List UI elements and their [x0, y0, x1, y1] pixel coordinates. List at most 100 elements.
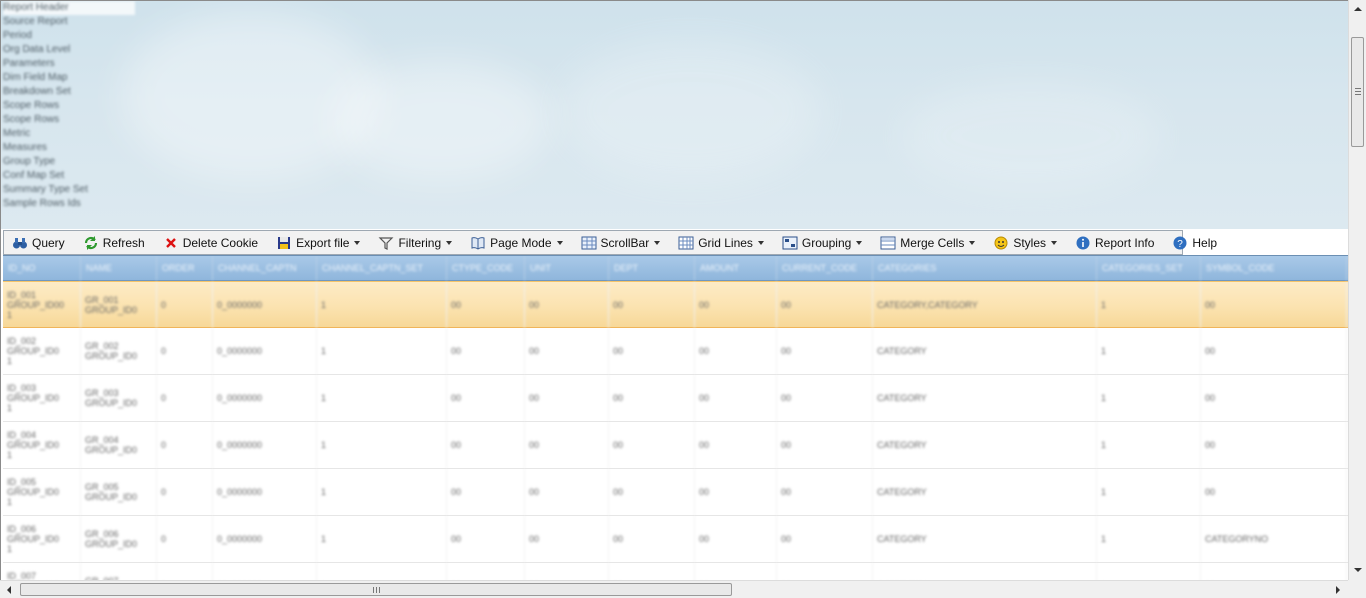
grid-body: ID_001 GROUP_ID00 1 GR_001 GROUP_ID0 0 0_00000… [3, 281, 1349, 581]
cell-text: 1 [1101, 393, 1107, 403]
cell-text: 1 [1101, 534, 1107, 544]
table-cell: GR_004 GROUP_ID0 [81, 422, 157, 468]
column-header[interactable]: CHANNEL_CAPTN_SET [317, 256, 447, 280]
chevron-down-icon[interactable] [969, 240, 976, 245]
cell-text: CATEGORYNO [1205, 534, 1269, 544]
cell-text: 00 [781, 299, 792, 310]
table-row[interactable]: ID_003 GROUP_ID0 1 GR_003 GROUP_ID0 0 0_000000… [3, 375, 1349, 422]
page-mode-icon [470, 235, 486, 251]
horizontal-scroll-thumb[interactable] [20, 583, 732, 596]
toolbar-label: ScrollBar [600, 235, 650, 250]
cell-text: GROUP_ID0 [7, 534, 60, 544]
scroll-up-arrow-icon[interactable] [1354, 7, 1362, 11]
table-row[interactable]: ID_006 GROUP_ID0 1 GR_006 GROUP_ID0 0 0_000000… [3, 516, 1349, 563]
cell-text: 00 [613, 534, 624, 544]
cell-text: CATEGORY [877, 440, 927, 450]
chevron-down-icon[interactable] [556, 240, 563, 245]
table-cell: 0 [157, 375, 213, 421]
table-row[interactable]: ID_001 GROUP_ID00 1 GR_001 GROUP_ID0 0 0_00000… [3, 281, 1349, 328]
chevron-down-icon[interactable] [856, 240, 863, 245]
cell-text: 1 [7, 497, 13, 507]
column-header[interactable]: CATEGORIES [873, 256, 1097, 280]
table-cell: 00 [695, 469, 777, 515]
scroll-down-arrow-icon[interactable] [1354, 568, 1362, 572]
column-header[interactable]: CATEGORIES_SET [1097, 256, 1201, 280]
export-icon [276, 235, 292, 251]
filtering-button[interactable]: Filtering [370, 232, 458, 253]
table-cell: 00 [609, 563, 695, 581]
cell-text: GROUP_ID00 [7, 299, 65, 310]
page-mode-button[interactable]: Page Mode [462, 232, 568, 253]
styles-button[interactable]: Styles [985, 232, 1063, 253]
scrollbar-button[interactable]: ScrollBar [573, 232, 667, 253]
header-text-line: Scope Rows [3, 100, 60, 111]
table-cell: 1 [1097, 516, 1201, 562]
column-header[interactable]: AMOUNT [695, 256, 777, 280]
help-button[interactable]: ? Help [1164, 232, 1223, 253]
cell-text: 0 [161, 299, 167, 310]
chevron-down-icon[interactable] [354, 240, 361, 245]
vertical-scroll-thumb[interactable] [1351, 37, 1364, 147]
refresh-button[interactable]: Refresh [75, 232, 151, 253]
column-header[interactable]: SYMBOL_CODE [1201, 256, 1347, 280]
header-text-line: Dim Field Map [3, 72, 68, 83]
grouping-button[interactable]: Grouping [774, 232, 868, 253]
header-text-line: Summary Type Set [3, 184, 88, 195]
cell-text: ID_001 [7, 289, 37, 300]
vertical-scrollbar[interactable] [1348, 0, 1366, 580]
cell-text: 1 [7, 403, 13, 413]
grid-lines-button[interactable]: Grid Lines [670, 232, 770, 253]
report-info-button[interactable]: Report Info [1067, 232, 1160, 253]
column-header[interactable]: UNIT [525, 256, 609, 280]
header-text-line: Group Type [3, 156, 56, 167]
column-header[interactable]: NAME [81, 256, 157, 280]
cell-text: 00 [1205, 346, 1216, 356]
query-button[interactable]: Query [4, 232, 71, 253]
scroll-right-arrow-icon[interactable] [1336, 586, 1340, 594]
scroll-left-arrow-icon[interactable] [7, 586, 11, 594]
chevron-down-icon[interactable] [654, 240, 661, 245]
column-header[interactable]: DEPT [609, 256, 695, 280]
table-row[interactable]: ID_004 GROUP_ID0 1 GR_004 GROUP_ID0 0 0_000000… [3, 422, 1349, 469]
cell-text: 1 [1101, 299, 1107, 310]
cell-text: 00 [451, 440, 462, 450]
delete-cookie-button[interactable]: Delete Cookie [155, 232, 264, 253]
cell-text: 1 [7, 544, 13, 554]
column-header[interactable]: CURRENT_CODE [777, 256, 873, 280]
column-header[interactable]: ORDER [157, 256, 213, 280]
table-cell: CATEGORY [873, 328, 1097, 374]
column-header[interactable]: CTYPE_CODE [447, 256, 525, 280]
table-cell: 0 [157, 469, 213, 515]
cell-text: 0_0000000 [217, 487, 263, 497]
column-header[interactable]: CHANNEL_CAPTN [213, 256, 317, 280]
chevron-down-icon[interactable] [757, 240, 764, 245]
table-row[interactable]: ID_007GROUP_ID01GR_007GROUP_ID0000_00000… [3, 563, 1349, 581]
export-file-button[interactable]: Export file [268, 232, 366, 253]
table-cell: CATEGORY [873, 563, 1097, 581]
table-cell: 1 [317, 516, 447, 562]
toolbar-label: Help [1192, 235, 1218, 250]
table-cell: 00 [1201, 282, 1347, 327]
column-header[interactable]: ID_NO [3, 256, 81, 280]
table-cell: 00 [447, 422, 525, 468]
merge-cells-button[interactable]: Merge Cells [872, 232, 981, 253]
cell-text: 0 [161, 346, 167, 356]
toolbar-label: Page Mode [490, 235, 552, 250]
table-cell: ID_007GROUP_ID01 [3, 563, 81, 581]
chevron-down-icon[interactable] [446, 240, 453, 245]
cell-text: 1 [321, 299, 327, 310]
header-text-line: Sample Rows Ids [3, 198, 81, 209]
cell-text: 00 [699, 346, 710, 356]
cell-text: 00 [529, 346, 540, 356]
cell-text: 00 [529, 299, 540, 310]
table-cell: 0 [157, 563, 213, 581]
table-cell: 00 [695, 328, 777, 374]
table-row[interactable]: ID_002 GROUP_ID0 1 GR_002 GROUP_ID0 0 0_000000… [3, 328, 1349, 375]
chevron-down-icon[interactable] [1051, 240, 1058, 245]
cell-text: 00 [1205, 299, 1216, 310]
delete-x-icon [163, 235, 179, 251]
cell-text: 00 [699, 440, 710, 450]
table-row[interactable]: ID_005 GROUP_ID0 1 GR_005 GROUP_ID0 0 0_000000… [3, 469, 1349, 516]
header-text-line: Breakdown Set [3, 86, 71, 97]
horizontal-scrollbar[interactable] [0, 580, 1348, 598]
